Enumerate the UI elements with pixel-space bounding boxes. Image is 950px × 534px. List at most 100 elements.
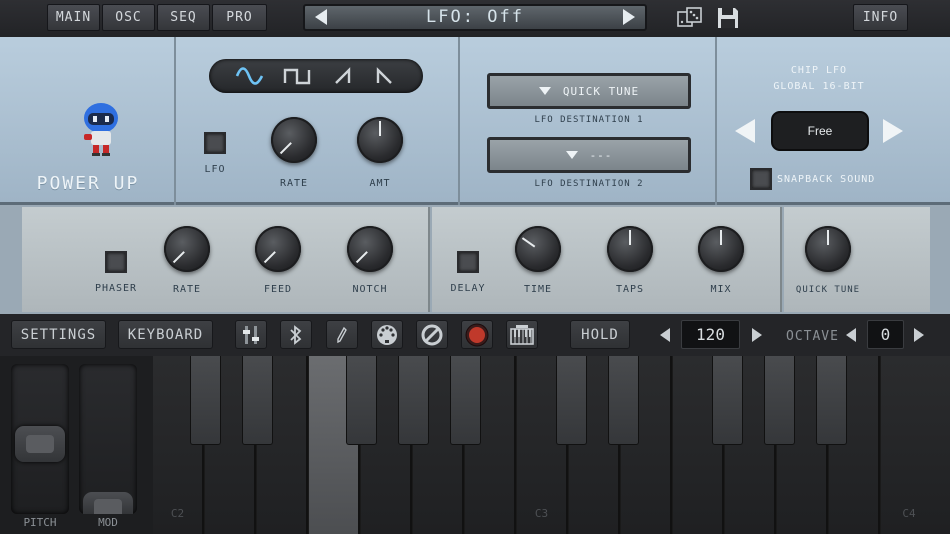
sine-wave-icon[interactable]: [235, 67, 265, 85]
midi-icon: [377, 324, 397, 345]
mod-wheel-handle[interactable]: [83, 492, 133, 514]
top-bar: MAIN OSC SEQ PRO LFO: Off INFO: [0, 0, 950, 37]
dropdown-arrow-icon: [565, 151, 578, 159]
black-key[interactable]: [450, 356, 481, 445]
phaser-notch-label: NOTCH: [352, 284, 388, 295]
chip-lfo-subtitle: GLOBAL 16-BIT: [773, 81, 865, 92]
square-wave-icon[interactable]: [283, 67, 313, 85]
black-key[interactable]: [556, 356, 587, 445]
midi-button[interactable]: [371, 320, 403, 349]
octave-increase-icon[interactable]: [913, 327, 925, 343]
pen-button[interactable]: [326, 320, 358, 349]
save-icon[interactable]: [716, 6, 740, 30]
wheels-section: PITCH MOD: [0, 356, 153, 534]
pitch-wheel[interactable]: [11, 364, 69, 514]
phaser-rate-label: RATE: [172, 284, 202, 295]
tempo-increase-icon[interactable]: [751, 327, 763, 343]
preset-selector[interactable]: LFO: Off: [303, 4, 647, 31]
phaser-notch-knob[interactable]: [347, 226, 393, 272]
dice-icon[interactable]: [677, 6, 703, 30]
dropdown-arrow-icon: [538, 87, 551, 95]
key-label-c4: C4: [902, 507, 916, 520]
pitch-wheel-handle[interactable]: [15, 426, 65, 462]
mode-prev-icon[interactable]: [733, 117, 757, 145]
black-key[interactable]: [608, 356, 639, 445]
mixer-icon: [243, 325, 259, 344]
black-key[interactable]: [712, 356, 743, 445]
stop-all-icon: [421, 324, 443, 345]
tempo-display[interactable]: 120: [681, 320, 740, 349]
snapback-sound-toggle[interactable]: [750, 168, 772, 190]
preset-next-icon[interactable]: [623, 9, 635, 25]
lfo-rate-label: RATE: [279, 178, 309, 189]
keyboard-button[interactable]: KEYBOARD: [118, 320, 213, 349]
keyboard-toolbar: SETTINGS KEYBOARD HOLD 120 OCTAVE 0: [0, 314, 950, 356]
power-up-section: POWER UP: [0, 37, 176, 205]
pen-icon: [337, 326, 347, 343]
quick-tune-label: QUICK TUNE: [795, 285, 861, 295]
panic-button[interactable]: [416, 320, 448, 349]
preset-prev-icon[interactable]: [315, 9, 327, 25]
black-key[interactable]: [242, 356, 273, 445]
lfo-destination-2-value: ---: [589, 148, 613, 162]
mod-wheel[interactable]: [79, 364, 137, 514]
tab-osc[interactable]: OSC: [102, 4, 155, 31]
tab-main[interactable]: MAIN: [47, 4, 100, 31]
lfo-controls-section: LFO RATE AMT: [178, 37, 460, 205]
black-key[interactable]: [764, 356, 795, 445]
octave-display[interactable]: 0: [867, 320, 904, 349]
delay-mix-knob[interactable]: [698, 226, 744, 272]
robot-mascot-icon: [84, 103, 118, 156]
black-key[interactable]: [346, 356, 377, 445]
phaser-feed-label: FEED: [263, 284, 293, 295]
tab-pro[interactable]: PRO: [212, 4, 267, 31]
white-key-c4[interactable]: C4: [881, 356, 950, 534]
phaser-feed-knob[interactable]: [255, 226, 301, 272]
saw-down-wave-icon[interactable]: [375, 67, 395, 85]
delay-label: DELAY: [450, 283, 486, 294]
effects-panel: PHASER RATE FEED NOTCH DELAY TIME TAPS M…: [0, 205, 950, 314]
record-button[interactable]: [461, 320, 493, 349]
key-label-c2: C2: [170, 507, 185, 520]
mixer-button[interactable]: [235, 320, 267, 349]
tempo-decrease-icon[interactable]: [659, 327, 671, 343]
delay-toggle[interactable]: [457, 251, 479, 273]
black-key[interactable]: [398, 356, 429, 445]
info-button[interactable]: INFO: [853, 4, 908, 31]
octave-decrease-icon[interactable]: [845, 327, 857, 343]
snapback-sound-label: SNAPBACK SOUND: [777, 174, 876, 185]
delay-time-label: TIME: [523, 284, 553, 295]
lfo-amt-knob[interactable]: [357, 117, 403, 163]
lfo-destination-1-label: LFO DESTINATION 1: [534, 115, 644, 125]
phaser-toggle[interactable]: [105, 251, 127, 273]
waveform-selector[interactable]: [209, 59, 423, 93]
chip-lfo-section: CHIP LFO GLOBAL 16-BIT Free SNAPBACK SOU…: [719, 37, 950, 205]
tab-seq[interactable]: SEQ: [157, 4, 210, 31]
delay-taps-knob[interactable]: [607, 226, 653, 272]
hold-button[interactable]: HOLD: [570, 320, 630, 349]
black-key[interactable]: [190, 356, 221, 445]
bluetooth-button[interactable]: [280, 320, 312, 349]
phaser-label: PHASER: [94, 283, 138, 294]
delay-taps-label: TAPS: [615, 284, 645, 295]
lfo-destination-2-dropdown[interactable]: ---: [487, 137, 691, 173]
power-up-title: POWER UP: [36, 173, 140, 194]
piano-layout-button[interactable]: [506, 320, 538, 349]
octave-label: OCTAVE: [786, 329, 839, 344]
saw-up-wave-icon[interactable]: [333, 67, 353, 85]
lfo-rate-knob[interactable]: [271, 117, 317, 163]
quick-tune-knob[interactable]: [805, 226, 851, 272]
lfo-amt-label: AMT: [369, 178, 391, 189]
mode-next-icon[interactable]: [881, 117, 905, 145]
lfo-mode-display[interactable]: Free: [771, 111, 869, 151]
mod-label: MOD: [98, 516, 118, 529]
delay-time-knob[interactable]: [515, 226, 561, 272]
delay-mix-label: MIX: [710, 284, 732, 295]
key-label-c3: C3: [534, 507, 549, 520]
delay-section: DELAY TIME TAPS MIX: [432, 207, 782, 312]
phaser-rate-knob[interactable]: [164, 226, 210, 272]
lfo-destination-1-dropdown[interactable]: QUICK TUNE: [487, 73, 691, 109]
lfo-toggle[interactable]: [204, 132, 226, 154]
black-key[interactable]: [816, 356, 847, 445]
settings-button[interactable]: SETTINGS: [11, 320, 106, 349]
